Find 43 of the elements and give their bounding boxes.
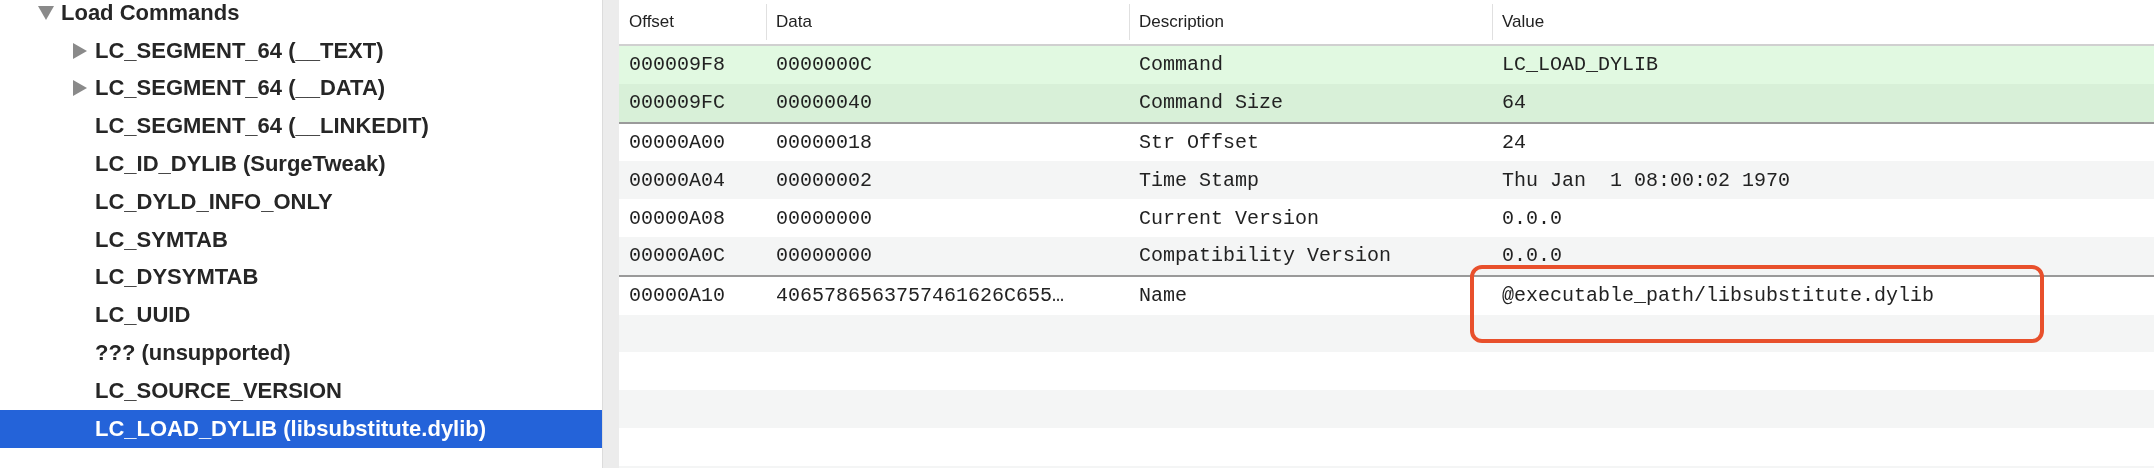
table-cell: Command xyxy=(1139,53,1223,77)
table-cell: Compatibility Version xyxy=(1139,244,1392,268)
tree-item[interactable]: LC_SEGMENT_64 (__LINKEDIT) xyxy=(0,107,602,146)
tree-item[interactable]: LC_ID_DYLIB (SurgeTweak) xyxy=(0,145,602,183)
tree-item[interactable]: LC_SEGMENT_64 (__DATA) xyxy=(0,69,602,108)
disclosure-triangle-down-icon[interactable] xyxy=(38,4,54,21)
tree-item[interactable]: LC_DYLD_INFO_ONLY xyxy=(0,183,602,221)
table-cell: Command Size xyxy=(1139,91,1284,115)
tree-item[interactable]: LC_UUID xyxy=(0,296,602,335)
table-cell: 64 xyxy=(1502,91,1526,115)
table-cell: 00000A00 xyxy=(629,131,725,154)
table-cell: 00000040 xyxy=(776,91,872,115)
table-cell: 00000A08 xyxy=(629,206,725,230)
table-cell: 00000A10 xyxy=(629,284,725,308)
table-cell: 0.0.0 xyxy=(1502,206,1562,230)
tree-item[interactable]: ??? (unsupported) xyxy=(0,334,602,372)
table-cell: 00000A0C xyxy=(629,244,725,268)
table-cell: 00000018 xyxy=(776,131,872,154)
table-cell: 00000000 xyxy=(776,206,872,230)
table-cell: Time Stamp xyxy=(1139,168,1260,192)
tree-item[interactable]: LC_SOURCE_VERSION xyxy=(0,371,602,410)
table-cell: 000009F8 xyxy=(629,53,725,77)
table-cell: 24 xyxy=(1502,131,1526,154)
table-cell: 00000A04 xyxy=(629,168,725,192)
table-cell: 00000002 xyxy=(776,168,872,192)
tree-group-label[interactable]: Load Commands xyxy=(61,0,240,26)
table-cell: Current Version xyxy=(1139,206,1320,230)
tree-item[interactable]: LC_DYSYMTAB xyxy=(0,258,602,297)
table-cell: 000009FC xyxy=(629,91,725,115)
table-cell: 00000000 xyxy=(776,244,872,268)
table-cell: Str Offset xyxy=(1139,131,1260,154)
table-cell: 0000000C xyxy=(776,53,872,77)
table-cell: 4065786563757461626C655… xyxy=(776,284,1065,308)
table-cell: Name xyxy=(1139,284,1187,308)
selected-tree-item[interactable]: LC_LOAD_DYLIB (libsubstitute.dylib) xyxy=(0,409,602,448)
table-cell: LC_LOAD_DYLIB xyxy=(1502,53,1659,77)
disclosure-triangle-right-icon[interactable] xyxy=(72,42,88,59)
tree-item[interactable]: LC_SEGMENT_64 (__TEXT) xyxy=(0,31,602,70)
table-cell: 0.0.0 xyxy=(1502,244,1562,268)
table-cell: @executable_path/libsubstitute.dylib xyxy=(1502,284,1935,308)
tree-item[interactable]: LC_SYMTAB xyxy=(0,220,602,259)
disclosure-triangle-right-icon[interactable] xyxy=(72,80,88,97)
table-cell: Thu Jan 1 08:00:02 1970 xyxy=(1502,168,1791,192)
